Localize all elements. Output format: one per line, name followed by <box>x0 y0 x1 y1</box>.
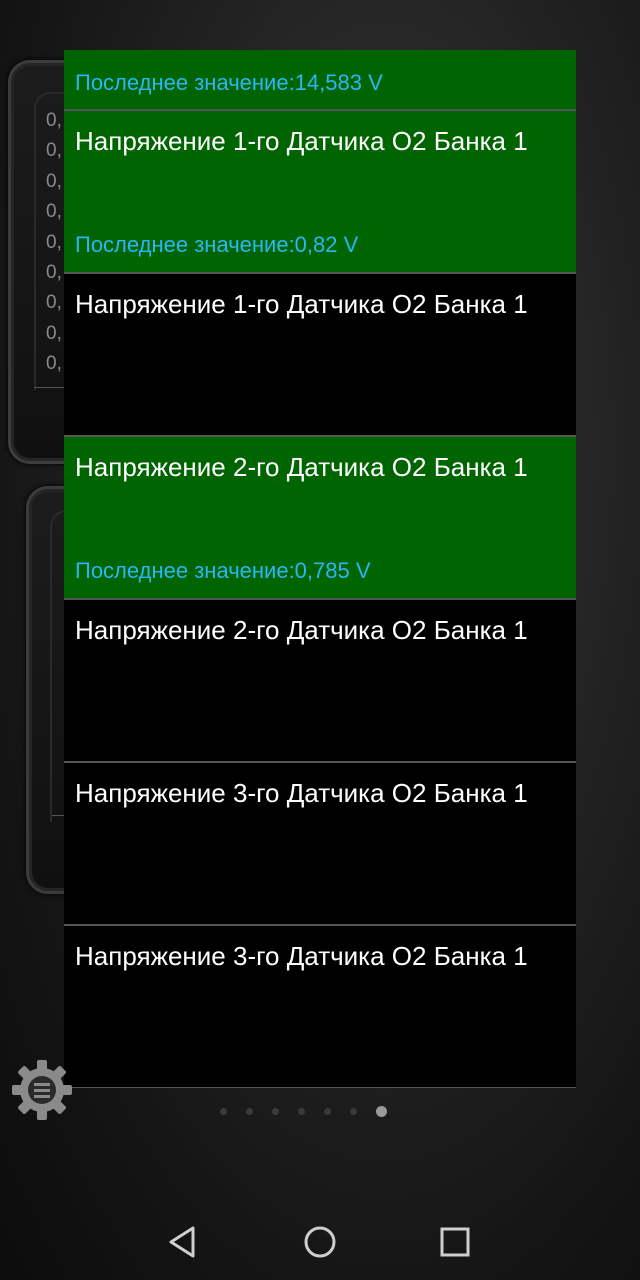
sensor-list[interactable]: Последнее значение:14,583 V Напряжение 1… <box>64 50 576 1088</box>
page-dot[interactable] <box>220 1107 227 1115</box>
page-dot-active[interactable] <box>376 1105 387 1117</box>
sensor-name: Напряжение 1-го Датчика O2 Банка 1 <box>75 289 528 319</box>
page-dot[interactable] <box>350 1107 357 1115</box>
page-dot[interactable] <box>246 1107 253 1115</box>
list-item[interactable]: Напряжение 1-го Датчика O2 Банка 1 После… <box>64 111 576 274</box>
sensor-name: Напряжение 3-го Датчика O2 Банка 1 <box>75 941 528 971</box>
axis-value: 0, <box>46 231 62 253</box>
axis-value: 0, <box>46 353 62 375</box>
axis-value: 0, <box>46 170 62 192</box>
list-item[interactable]: Напряжение 2-го Датчика O2 Банка 1 <box>64 600 576 763</box>
last-value-label: Последнее значение:14,583 V <box>75 70 383 95</box>
recents-square-icon[interactable] <box>435 1222 475 1262</box>
axis-value: 0, <box>46 140 62 162</box>
page-dot[interactable] <box>298 1107 305 1115</box>
last-value-label: Последнее значение:0,82 V <box>75 232 359 257</box>
last-value-label: Последнее значение:0,785 V <box>75 558 371 583</box>
sensor-name: Напряжение 3-го Датчика O2 Банка 1 <box>75 778 528 808</box>
sensor-name: Напряжение 2-го Датчика O2 Банка 1 <box>75 452 528 482</box>
axis-value: 0, <box>46 201 62 223</box>
background-gauge-baseline <box>52 815 64 816</box>
list-item[interactable]: Напряжение 3-го Датчика O2 Банка 1 <box>64 926 576 1088</box>
page-indicator <box>220 1104 387 1118</box>
list-item[interactable]: Напряжение 1-го Датчика O2 Банка 1 <box>64 274 576 437</box>
background-gauge-axis: 0, 0, 0, 0, 0, 0, 0, 0, 0, <box>46 106 66 380</box>
navigation-bar <box>0 1200 640 1280</box>
axis-value: 0, <box>46 110 62 131</box>
sensor-name: Напряжение 1-го Датчика O2 Банка 1 <box>75 126 528 156</box>
list-item[interactable]: Напряжение 3-го Датчика O2 Банка 1 <box>64 763 576 926</box>
axis-value: 0, <box>46 322 62 344</box>
gear-icon[interactable] <box>10 1058 74 1122</box>
list-item[interactable]: Напряжение 2-го Датчика O2 Банка 1 После… <box>64 437 576 600</box>
sensor-name: Напряжение 2-го Датчика O2 Банка 1 <box>75 615 528 645</box>
back-triangle-icon[interactable] <box>163 1222 203 1262</box>
page-dot[interactable] <box>324 1107 331 1115</box>
axis-value: 0, <box>46 292 62 314</box>
page-dot[interactable] <box>272 1107 279 1115</box>
axis-value: 0, <box>46 262 62 284</box>
background-gauge-baseline <box>34 387 64 388</box>
list-item[interactable]: Последнее значение:14,583 V <box>64 50 576 111</box>
home-circle-icon[interactable] <box>300 1222 340 1262</box>
